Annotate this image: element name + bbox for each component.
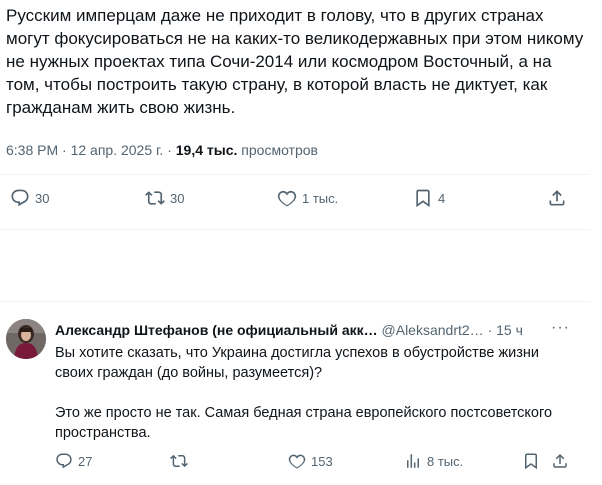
meta-separator: · [62, 142, 67, 158]
like-button[interactable]: 1 тыс. [277, 188, 338, 208]
heart-icon [288, 454, 306, 469]
heart-icon [277, 190, 297, 207]
bookmark-button[interactable]: 4 [413, 188, 445, 208]
more-dots-icon[interactable]: ··· [551, 319, 570, 337]
reply-count: 30 [35, 190, 50, 206]
reply-action-bar: 27 153 8 тыс. [0, 452, 590, 476]
tweet-text: Русским имперцам даже не приходит в голо… [6, 6, 584, 117]
bookmark-icon [525, 453, 537, 470]
views-count: 19,4 тыс. [175, 142, 238, 158]
bookmark-button[interactable] [522, 452, 540, 470]
tweet-time[interactable]: 6:38 PM [6, 142, 58, 158]
like-count: 153 [311, 453, 333, 469]
header-separator: · [487, 322, 493, 338]
divider [0, 174, 590, 175]
views-label: просмотров [241, 142, 318, 158]
share-button[interactable] [547, 188, 567, 208]
comment-bubble-icon [11, 189, 29, 207]
repost-count: 30 [170, 190, 185, 206]
reply-time[interactable]: 15 ч [496, 322, 523, 338]
like-button[interactable]: 153 [288, 452, 333, 470]
share-upload-icon [549, 190, 565, 206]
views-count: 8 тыс. [427, 453, 464, 469]
repost-button[interactable] [170, 452, 193, 470]
views-button[interactable]: 8 тыс. [404, 452, 463, 470]
reply-header: Александр Штефанов (не официальный акк… … [55, 322, 575, 338]
meta-separator: · [167, 142, 172, 158]
comment-bubble-icon [56, 453, 72, 469]
reply-button[interactable]: 27 [55, 452, 92, 470]
divider [0, 229, 590, 230]
divider [0, 301, 590, 302]
tweet-action-bar: 30 30 1 тыс. 4 [0, 188, 590, 212]
author-name[interactable]: Александр Штефанов (не официальный акк… [55, 322, 378, 338]
share-button[interactable] [551, 452, 569, 470]
author-handle[interactable]: @Aleksandrt2… [382, 322, 484, 338]
avatar[interactable] [6, 319, 46, 359]
bookmark-count: 4 [438, 190, 446, 206]
tweet-date[interactable]: 12 апр. 2025 г. [71, 142, 164, 158]
repost-button[interactable]: 30 [145, 188, 184, 208]
like-count: 1 тыс. [302, 190, 339, 206]
bar-chart-icon [407, 454, 419, 468]
repost-arrows-icon [145, 191, 165, 205]
bookmark-icon [416, 189, 430, 208]
tweet-meta: 6:38 PM · 12 апр. 2025 г. · 19,4 тыс. пр… [6, 142, 318, 158]
reply-button[interactable]: 30 [10, 188, 49, 208]
reply-text: Вы хотите сказать, что Украина достигла … [55, 345, 553, 441]
avatar-image [6, 319, 46, 359]
reply-count: 27 [78, 453, 93, 469]
share-upload-icon [553, 453, 567, 468]
repost-arrows-icon [170, 454, 188, 468]
